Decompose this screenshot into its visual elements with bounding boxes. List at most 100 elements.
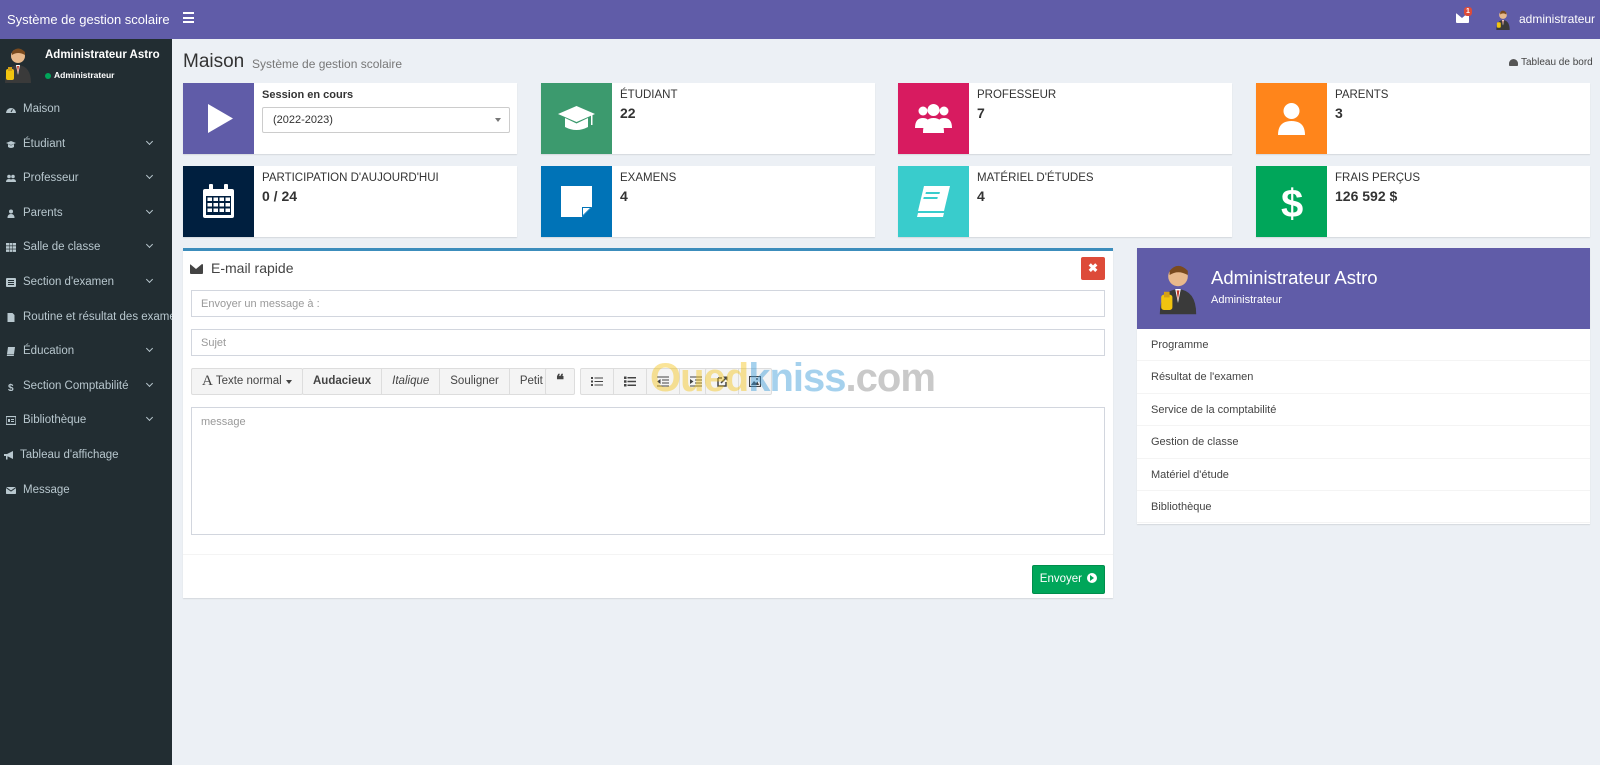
session-select[interactable]: (2022-2023) [262,107,510,133]
sidebar-item-message[interactable]: Message [0,473,172,508]
chevron-down-icon [145,172,154,180]
library-icon [6,416,16,426]
messages-envelope-icon[interactable]: 1 [1456,7,1472,23]
link-materiel-etude[interactable]: Matériel d'étude [1137,459,1590,491]
user-icon [1278,103,1305,135]
chevron-down-icon [145,345,154,353]
dashboard-icon [1509,58,1518,66]
book-icon [917,186,950,217]
sidebar-item-etudiant[interactable]: Étudiant [0,127,172,162]
caret-down-icon [495,118,501,122]
chevron-down-icon [145,137,154,145]
email-subject-field[interactable] [191,329,1105,356]
parents-label: PARENTS [1335,89,1389,101]
text-format-toolbar-group: Audacieux Italique Souligner Petit [302,368,554,395]
file-icon [7,312,15,322]
breadcrumb-label: Tableau de bord [1521,57,1593,68]
quick-email-footer: Envoyer [183,554,1113,601]
sidebar-item-label: Professeur [23,172,79,185]
students-label: ÉTUDIANT [620,89,678,101]
breadcrumb[interactable]: Tableau de bord [1509,57,1593,68]
ordered-list-button[interactable] [614,369,647,394]
book-icon [6,347,15,357]
font-icon: A [202,373,213,389]
list-ol-icon [624,376,636,387]
link-bibliotheque[interactable]: Bibliothèque [1137,491,1590,524]
graduation-cap-icon [558,106,595,130]
teachers-info-box[interactable]: PROFESSEUR 7 [898,83,1232,154]
list-ul-icon [591,377,603,386]
sidebar-item-section-comptabilite[interactable]: $ Section Comptabilité [0,369,172,404]
fees-label: FRAIS PERÇUS [1335,172,1420,184]
email-message-field[interactable] [191,407,1105,535]
grid-icon [6,243,16,253]
sidebar-item-label: Parents [23,206,63,219]
sidebar-item-tableau-affichage[interactable]: Tableau d'affichage [0,438,172,473]
font-style-label: Texte normal [215,375,282,387]
quick-email-box: E-mail rapide ✖ ATexte normal Audacieux … [183,248,1113,598]
chevron-down-icon [145,379,154,387]
svg-text:$: $ [1281,183,1303,220]
sidebar-item-parents[interactable]: Parents [0,196,172,231]
unordered-list-button[interactable] [581,369,614,394]
email-recipient-field[interactable] [191,290,1105,317]
user-avatar-icon[interactable] [1494,10,1512,30]
link-service-comptabilite[interactable]: Service de la comptabilité [1137,394,1590,427]
sidebar-item-label: Tableau d'affichage [20,448,119,461]
sidebar-item-label: Éducation [23,345,75,358]
exams-icon-box [541,166,612,237]
sidebar-item-label: Étudiant [23,137,66,150]
parents-info-box[interactable]: PARENTS 3 [1256,83,1590,154]
dollar-icon: $ [8,383,14,391]
session-icon-box [183,83,254,154]
graduation-cap-icon [6,140,16,148]
sidebar-item-education[interactable]: Éducation [0,334,172,369]
parents-count: 3 [1335,105,1343,121]
profile-widget-role: Administrateur [1211,294,1282,306]
students-info-box[interactable]: ÉTUDIANT 22 [541,83,875,154]
underline-button[interactable]: Souligner [440,369,510,394]
link-gestion-classe[interactable]: Gestion de classe [1137,426,1590,459]
blockquote-button[interactable]: ❝ [546,369,574,394]
bold-button[interactable]: Audacieux [303,369,383,394]
attendance-info-box[interactable]: PARTICIPATION D'AUJOURD'HUI 0 / 24 [183,166,517,237]
profile-widget-header: Administrateur Astro Administrateur [1137,248,1590,329]
dashboard-icon [6,108,16,113]
app-brand[interactable]: Système de gestion scolaire [0,0,172,39]
sidebar-user-name: Administrateur Astro [45,49,160,61]
materials-info-box[interactable]: MATÉRIEL D'ÉTUDES 4 [898,166,1232,237]
sidebar-item-routine-resultat[interactable]: Routine et résultat des examens [0,300,172,335]
session-selected-value: (2022-2023) [273,114,333,126]
exams-info-box[interactable]: EXAMENS 4 [541,166,875,237]
caret-down-icon [285,379,292,384]
user-avatar-icon [5,48,31,83]
user-icon [7,209,15,218]
link-resultat-examen[interactable]: Résultat de l'examen [1137,361,1590,394]
online-status-dot [45,72,51,79]
blockquote-toolbar-group: ❝ [545,368,576,395]
arrow-circle-right-icon [1087,573,1098,583]
play-icon [208,104,233,133]
font-style-toolbar-group: A Texte normal [191,368,303,395]
sidebar-item-salle-de-classe[interactable]: Salle de classe [0,230,172,265]
topbar-username[interactable]: administrateur [1519,0,1595,39]
fees-info-box[interactable]: $ FRAIS PERÇUS 126 592 $ [1256,166,1590,237]
sidebar-item-maison[interactable]: Maison [0,92,172,127]
chevron-down-icon [145,414,154,422]
sidebar-item-label: Routine et résultat des examens [23,310,172,323]
close-button[interactable]: ✖ [1081,257,1105,280]
italic-button[interactable]: Italique [382,369,441,394]
chevron-down-icon [145,241,154,249]
bullhorn-icon [4,450,13,460]
sidebar-item-bibliotheque[interactable]: Bibliothèque [0,403,172,438]
materials-count: 4 [977,188,985,204]
sidebar-user-panel: Administrateur Astro Administrateur [0,39,172,91]
sidebar-item-section-examen[interactable]: Section d'examen [0,265,172,300]
font-style-dropdown[interactable]: A Texte normal [192,369,302,394]
sidebar-item-label: Section Comptabilité [23,379,129,392]
messages-count-badge: 1 [1464,7,1472,16]
sidebar-toggle-icon[interactable] [183,12,194,24]
sidebar-item-professeur[interactable]: Professeur [0,161,172,196]
send-email-button[interactable]: Envoyer [1032,565,1105,594]
link-programme[interactable]: Programme [1137,329,1590,362]
